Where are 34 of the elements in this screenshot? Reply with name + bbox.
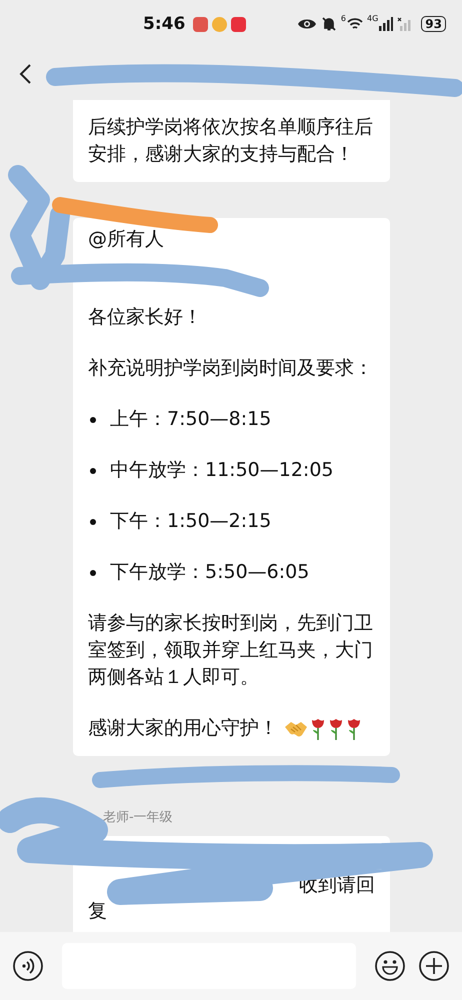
schedule-text: 中午放学：11:50—12:05 <box>110 458 334 483</box>
eye-icon <box>296 17 317 31</box>
app-notification-icon <box>231 16 246 32</box>
sender-name: 老师-一年级 <box>102 809 174 826</box>
battery-indicator: 93 <box>421 16 446 32</box>
emoji-icon[interactable] <box>374 950 406 982</box>
schedule-text: 上午：7:50—8:15 <box>110 407 272 432</box>
mention-text: @所有人 <box>88 227 165 252</box>
voice-icon[interactable] <box>12 950 44 982</box>
rose-icon <box>310 718 326 740</box>
schedule-text: 下午：1:50—2:15 <box>110 509 272 534</box>
message-text: 各位家长好！ <box>88 305 203 330</box>
signal-icon <box>379 17 394 31</box>
back-icon[interactable] <box>18 63 32 85</box>
message-text: 请参与的家长按时到岗，先到门卫室签到，领取并穿上红马夹，大门两侧各站１人即可。 <box>88 611 374 690</box>
schedule-text: 下午放学：5:50—6:05 <box>110 560 310 585</box>
network-label: 4G <box>367 14 378 23</box>
clock-time: 5:46 <box>143 14 186 34</box>
bullet-dot <box>90 570 96 576</box>
bullet-dot <box>90 468 96 474</box>
rose-icon <box>346 718 362 740</box>
bullet-dot <box>90 518 96 524</box>
rose-icon <box>328 718 344 740</box>
signal-icon <box>397 17 414 31</box>
plus-icon[interactable] <box>418 950 450 982</box>
muted-bell-icon <box>320 16 337 32</box>
wifi-icon <box>347 17 363 31</box>
app-notification-icon <box>212 16 228 32</box>
message-text: 感谢大家的用心守护！ <box>88 716 278 741</box>
message-text: 补充说明护学岗到岗时间及要求： <box>88 356 374 381</box>
app-notification-icon <box>193 16 208 32</box>
sim-label: 6 <box>340 14 346 23</box>
message-text: 后续护学岗将依次按名单顺序往后安排，感谢大家的支持与配合！ <box>88 115 374 167</box>
bullet-dot <box>90 416 96 422</box>
